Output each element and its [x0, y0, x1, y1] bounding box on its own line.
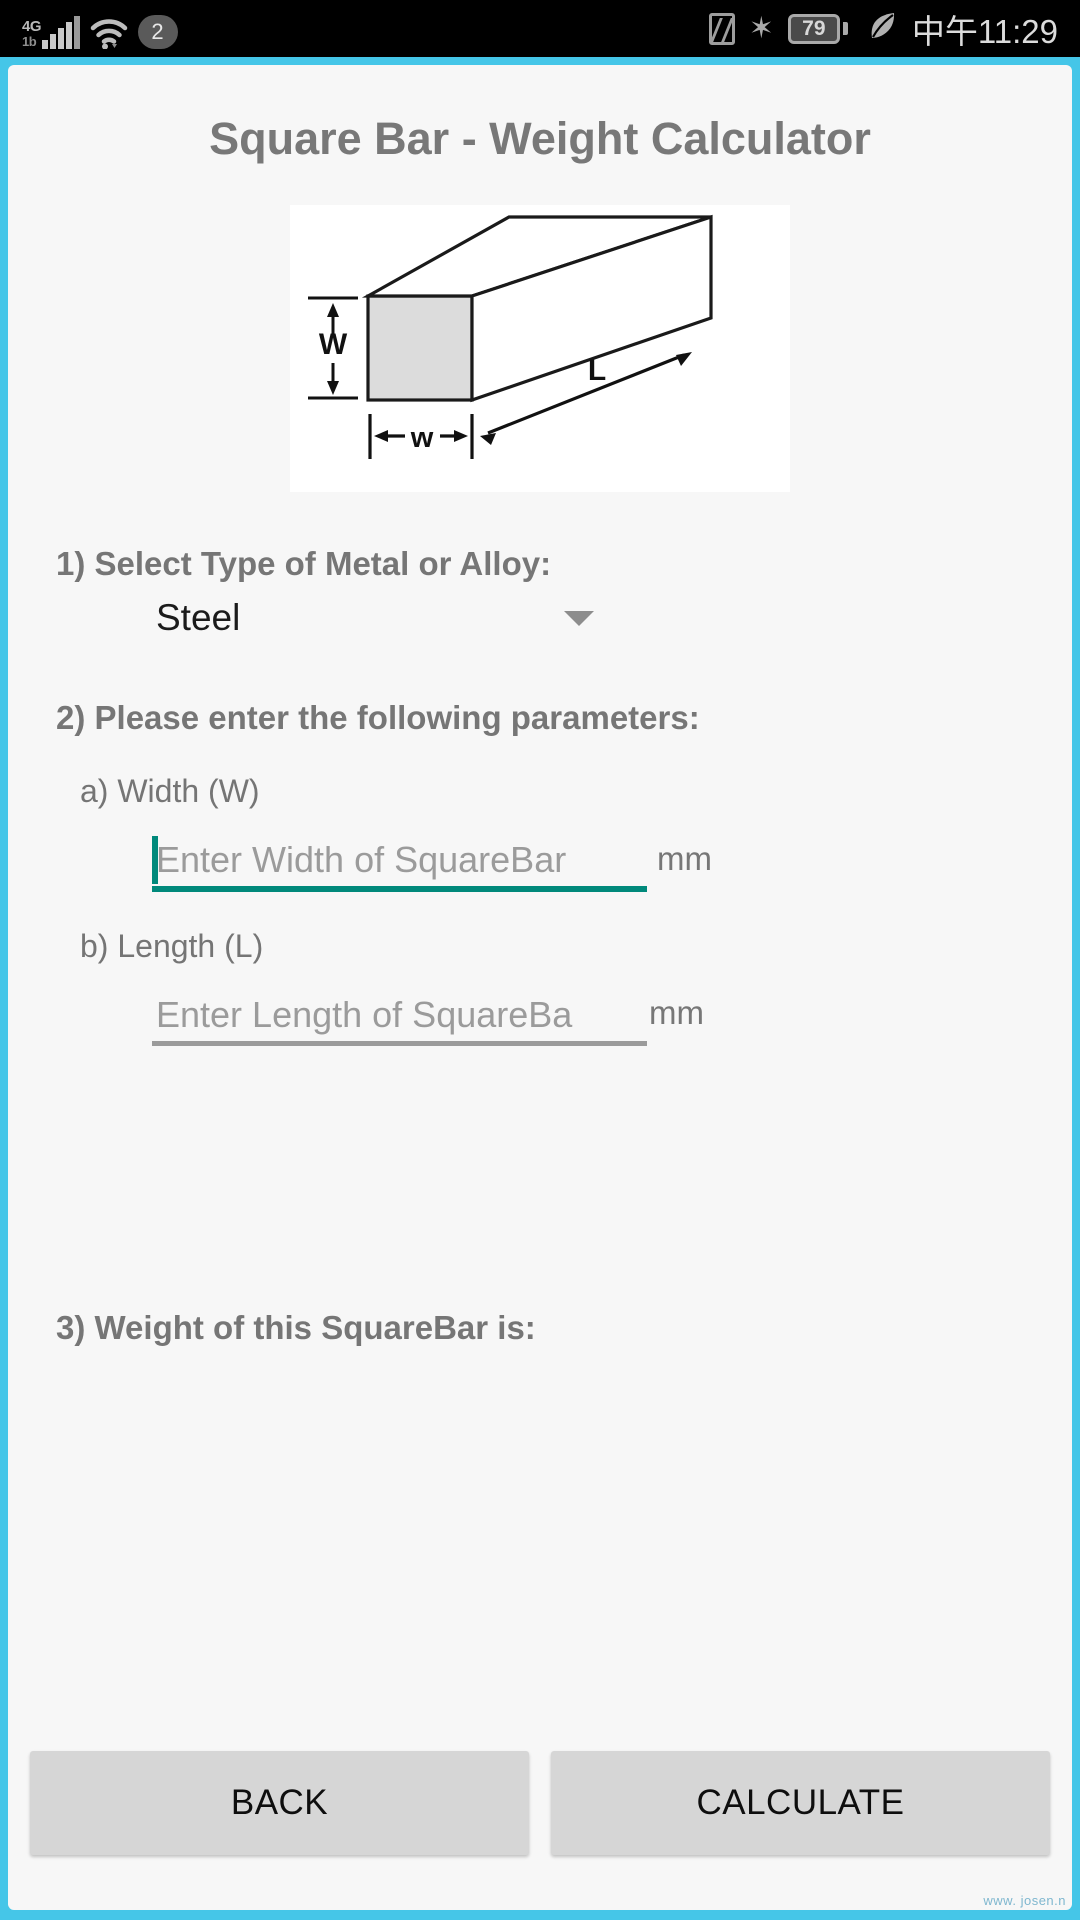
- network-sub-label: 1b: [22, 33, 37, 49]
- app-window-frame: Square Bar - Weight Calculator W w L 1) …: [0, 57, 1080, 1920]
- length-input-underline: [152, 1041, 647, 1046]
- signal-bars-icon: [42, 15, 80, 49]
- width-input-underline: [152, 886, 647, 892]
- diagram-label-height: W: [319, 328, 348, 361]
- length-input[interactable]: Enter Length of SquareBa: [152, 989, 647, 1046]
- nfc-icon: [708, 12, 735, 45]
- length-input-placeholder: Enter Length of SquareBa: [156, 994, 573, 1035]
- network-type-label: 4G: [22, 17, 42, 35]
- width-field-label: a) Width (W): [80, 773, 260, 809]
- wifi-icon: [90, 17, 128, 49]
- width-input-placeholder: Enter Width of SquareBar: [156, 839, 567, 880]
- square-bar-diagram: W w L: [290, 205, 790, 492]
- clock-label: 中午11:29: [911, 12, 1058, 50]
- width-input[interactable]: Enter Width of SquareBar: [152, 834, 647, 892]
- metal-type-dropdown[interactable]: Steel: [156, 597, 608, 639]
- length-unit-label: mm: [649, 994, 704, 1031]
- status-bar: 4G 1b 2 ✶ 79 中午11:29: [0, 0, 1080, 57]
- status-bar-left-group: 4G 1b 2: [22, 9, 178, 49]
- battery-level-label: 79: [787, 13, 840, 44]
- watermark-label: www. josen.n: [983, 1893, 1066, 1908]
- app-content-card: Square Bar - Weight Calculator W w L 1) …: [8, 65, 1072, 1910]
- status-bar-right-group: ✶ 79 中午11:29: [708, 5, 1058, 53]
- leaf-eco-icon: [868, 10, 898, 47]
- bluetooth-icon: ✶: [748, 11, 774, 45]
- step2-label: 2) Please enter the following parameters…: [56, 699, 700, 736]
- diagram-label-width: w: [410, 422, 434, 454]
- signal-icon: 4G 1b: [22, 9, 80, 49]
- chevron-down-icon: [564, 610, 594, 626]
- step1-label: 1) Select Type of Metal or Alloy:: [56, 545, 552, 582]
- step3-label: 3) Weight of this SquareBar is:: [56, 1309, 536, 1346]
- diagram-label-length: L: [588, 354, 606, 387]
- back-button[interactable]: BACK: [30, 1751, 529, 1855]
- metal-type-selected-value: Steel: [156, 597, 241, 638]
- battery-tip: [842, 22, 848, 35]
- button-bar: BACK CALCULATE: [8, 1751, 1072, 1855]
- page-title: Square Bar - Weight Calculator: [209, 113, 871, 164]
- length-field-row: Enter Length of SquareBa mm: [152, 989, 1072, 1046]
- battery-icon: 79: [787, 13, 848, 44]
- calculate-button[interactable]: CALCULATE: [551, 1751, 1050, 1855]
- notification-count-badge: 2: [137, 14, 178, 49]
- text-cursor: [152, 836, 158, 884]
- width-unit-label: mm: [657, 840, 712, 877]
- width-field-row: Enter Width of SquareBar mm: [152, 834, 1072, 892]
- length-field-label: b) Length (L): [80, 928, 264, 964]
